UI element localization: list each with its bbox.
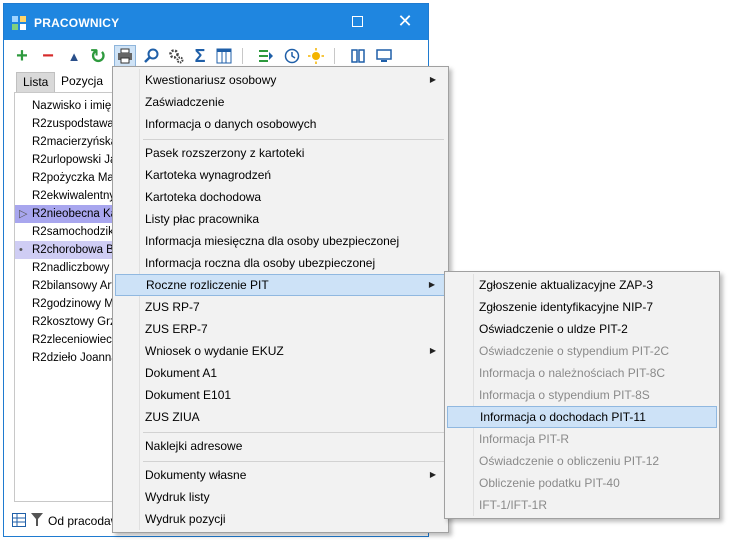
tab-pozycja[interactable]: Pozycja: [55, 72, 109, 92]
print-menu: Kwestionariusz osobowy ▶ Zaświadczenie In…: [112, 66, 449, 533]
submenu-arrow-icon: ▶: [429, 346, 436, 355]
menu-item-wydruk-pozycji[interactable]: Wydruk pozycji: [115, 508, 446, 530]
list-item-label: R2nieobecna Ka: [32, 208, 118, 220]
menu-item-informacja-dane[interactable]: Informacja o danych osobowych: [115, 113, 446, 135]
menu-item-wydruk-listy[interactable]: Wydruk listy: [115, 486, 446, 508]
refresh-icon[interactable]: ↻: [88, 45, 108, 68]
list-run-icon[interactable]: [256, 45, 276, 67]
filter-funnel-icon[interactable]: [31, 513, 43, 527]
toolbar-separator: [242, 48, 243, 64]
menu-item-dokument-a1[interactable]: Dokument A1: [115, 362, 446, 384]
current-row-icon: ▷: [19, 208, 28, 220]
menu-item-zus-ziua[interactable]: ZUS ZIUA: [115, 406, 446, 428]
remove-icon[interactable]: −: [38, 45, 58, 67]
print-button[interactable]: [114, 45, 136, 67]
submenu-item-pit2c: Oświadczenie o stypendium PIT-2C: [479, 344, 670, 358]
clock-icon[interactable]: [282, 45, 302, 67]
submenu-arrow-icon: ▶: [429, 75, 436, 84]
sun-icon[interactable]: [306, 45, 326, 67]
menu-item-kartoteka-dochodowa[interactable]: Kartoteka dochodowa: [115, 186, 446, 208]
window-title: PRACOWNICY: [34, 16, 120, 30]
menu-item-label: Dokumenty własne: [145, 468, 247, 482]
sum-icon[interactable]: Σ: [190, 45, 210, 67]
submenu-item-zap3[interactable]: Zgłoszenie aktualizacyjne ZAP-3: [447, 274, 717, 296]
filter-label[interactable]: Od pracodaw: [48, 514, 119, 528]
submenu-item-pitr: Informacja PIT-R: [479, 432, 570, 446]
table-icon[interactable]: [12, 513, 26, 527]
submenu-item-pit12: Oświadczenie o obliczeniu PIT-12: [479, 454, 660, 468]
list-item-label: R2chorobowa Ba: [32, 244, 121, 256]
bullet-icon: •: [19, 244, 23, 256]
title-bar[interactable]: PRACOWNICY ✕: [4, 4, 428, 40]
submenu-item-pit2[interactable]: Oświadczenie o uldze PIT-2: [447, 318, 717, 340]
menu-item-label: Kwestionariusz osobowy: [145, 73, 277, 87]
settings-icon[interactable]: [166, 45, 186, 67]
restore-icon: [352, 16, 363, 27]
menu-separator: [143, 432, 444, 433]
menu-item-dokument-e101[interactable]: Dokument E101: [115, 384, 446, 406]
submenu-item-pit8s: Informacja o stypendium PIT-8S: [479, 388, 650, 402]
menu-item-roczne-rozliczenie-pit[interactable]: Roczne rozliczenie PIT ▶: [115, 274, 446, 296]
app-icon: [12, 16, 26, 30]
menu-item-wniosek-ekuz[interactable]: Wniosek o wydanie EKUZ ▶: [115, 340, 446, 362]
menu-item-zaswiadczenie[interactable]: Zaświadczenie: [115, 91, 446, 113]
monitor-icon[interactable]: [374, 45, 394, 67]
submenu-item-ift1: IFT-1/IFT-1R: [479, 498, 548, 512]
menu-item-label: Wniosek o wydanie EKUZ: [145, 344, 284, 358]
menu-item-label: Roczne rozliczenie PIT: [146, 278, 269, 292]
tab-lista[interactable]: Lista: [16, 72, 56, 92]
menu-item-naklejki[interactable]: Naklejki adresowe: [115, 435, 446, 457]
submenu-item-nip7[interactable]: Zgłoszenie identyfikacyjne NIP-7: [447, 296, 717, 318]
menu-item-kartoteka-wynagrodzen[interactable]: Kartoteka wynagrodzeń: [115, 164, 446, 186]
menu-item-zus-erp7[interactable]: ZUS ERP-7: [115, 318, 446, 340]
menu-item-info-roczna[interactable]: Informacja roczna dla osoby ubezpieczone…: [115, 252, 446, 274]
menu-separator: [143, 461, 444, 462]
split-view-icon[interactable]: [348, 45, 368, 67]
menu-item-pasek[interactable]: Pasek rozszerzony z kartoteki: [115, 142, 446, 164]
menu-separator: [143, 139, 444, 140]
submenu-arrow-icon: ▶: [428, 280, 435, 289]
pit-submenu: Zgłoszenie aktualizacyjne ZAP-3 Zgłoszen…: [444, 271, 720, 519]
restore-button[interactable]: [344, 10, 370, 34]
menu-item-info-miesieczna[interactable]: Informacja miesięczna dla osoby ubezpiec…: [115, 230, 446, 252]
close-button[interactable]: ✕: [392, 10, 418, 34]
printer-icon: [118, 48, 132, 64]
menu-item-zus-rp7[interactable]: ZUS RP-7: [115, 296, 446, 318]
menu-item-listy-plac[interactable]: Listy płac pracownika: [115, 208, 446, 230]
menu-item-dokumenty-wlasne[interactable]: Dokumenty własne ▶: [115, 464, 446, 486]
submenu-arrow-icon: ▶: [429, 470, 436, 479]
add-icon[interactable]: +: [12, 45, 32, 67]
search-icon[interactable]: [142, 45, 162, 67]
filter-icon[interactable]: ▲: [64, 45, 84, 67]
toolbar-separator: [334, 48, 335, 64]
menu-item-kwestionariusz[interactable]: Kwestionariusz osobowy ▶: [115, 69, 446, 91]
submenu-item-pit11[interactable]: Informacja o dochodach PIT-11: [447, 406, 717, 428]
submenu-item-pit40: Obliczenie podatku PIT-40: [479, 476, 620, 490]
submenu-item-pit8c: Informacja o należnościach PIT-8C: [479, 366, 666, 380]
columns-icon[interactable]: [214, 45, 234, 67]
